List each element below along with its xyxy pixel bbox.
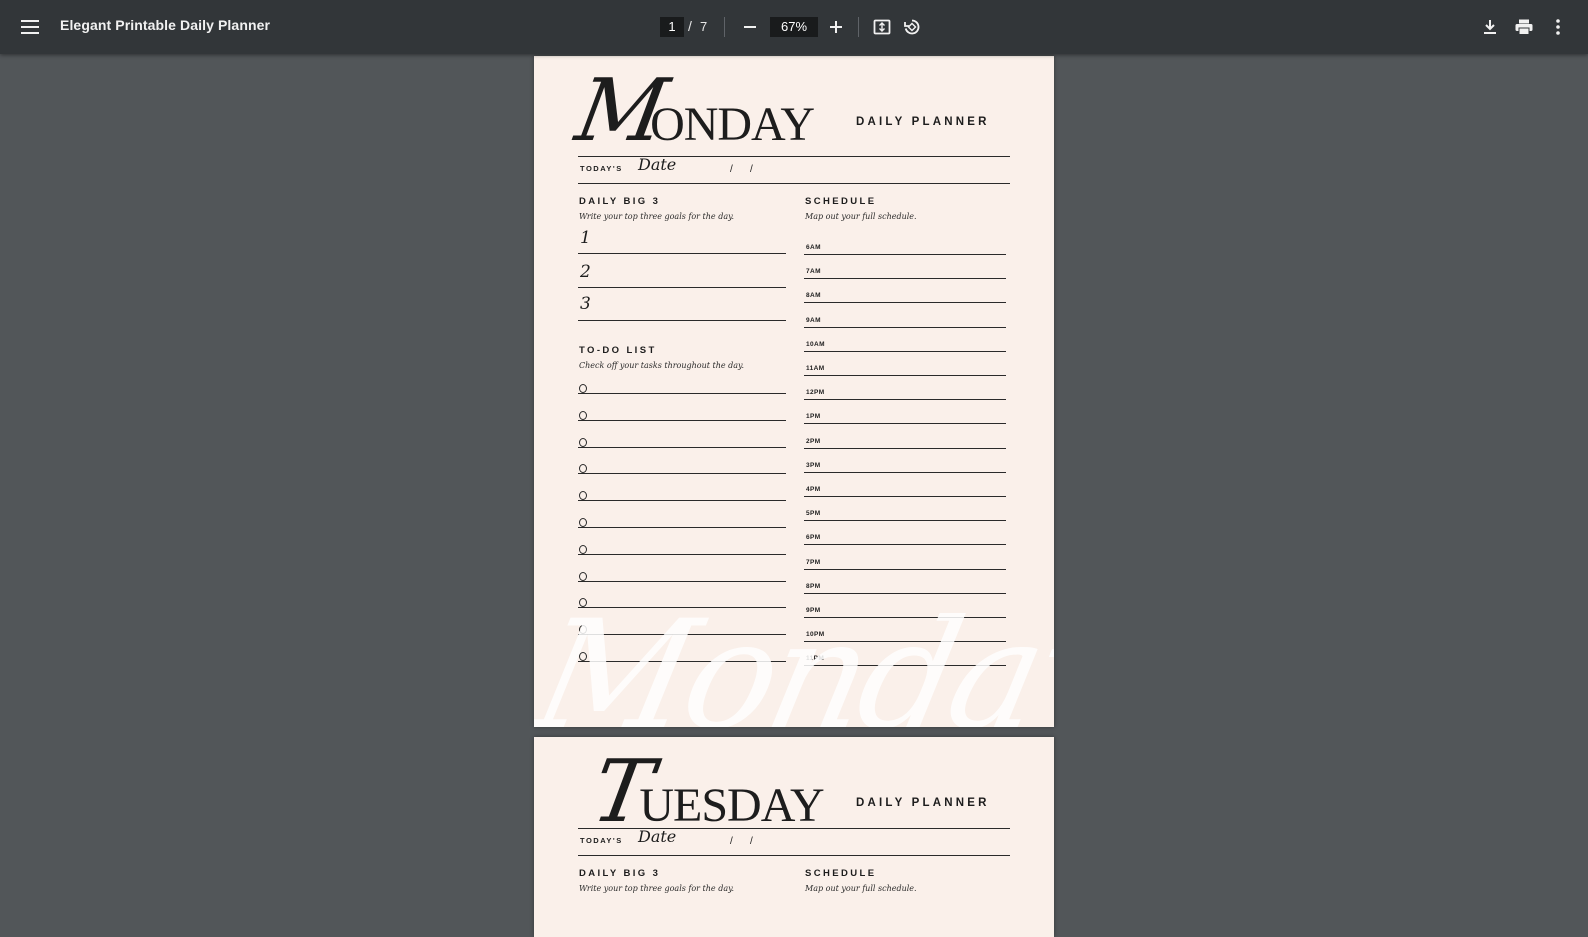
todo-subtext: Check off your tasks throughout the day. xyxy=(579,361,745,370)
download-icon[interactable] xyxy=(1474,11,1506,43)
schedule-line xyxy=(804,471,1006,473)
schedule-line xyxy=(804,375,1006,376)
schedule-subtext: Map out your full schedule. xyxy=(805,212,917,221)
schedule-line xyxy=(804,447,1006,449)
hamburger-menu-icon[interactable] xyxy=(14,11,46,43)
fit-to-page-icon[interactable] xyxy=(866,11,898,43)
goal-number: 2 xyxy=(580,262,591,282)
goal-number: 1 xyxy=(580,228,591,248)
goal-line xyxy=(578,287,786,288)
date-script-label: Date xyxy=(638,827,677,846)
schedule-line xyxy=(804,254,1006,255)
toolbar-divider xyxy=(724,17,725,37)
pdf-page-1: MONDAY DAILY PLANNER TODAY'S Date / / DA… xyxy=(534,56,1054,727)
todo-line xyxy=(578,580,786,582)
plus-icon[interactable] xyxy=(820,11,852,43)
todo-checkbox-circle xyxy=(579,464,587,474)
schedule-heading: SCHEDULE xyxy=(805,868,877,879)
date-slash: / xyxy=(730,836,733,847)
page-separator: / xyxy=(688,18,692,34)
print-icon[interactable] xyxy=(1508,11,1540,43)
todo-line xyxy=(578,527,786,528)
big3-subtext: Write your top three goals for the day. xyxy=(579,212,735,221)
schedule-time-label: 8AM xyxy=(806,292,821,300)
schedule-line xyxy=(804,326,1006,328)
schedule-line xyxy=(804,520,1006,522)
todo-checkbox-circle xyxy=(579,571,587,581)
schedule-time-label: 10AM xyxy=(806,340,825,348)
schedule-time-label: 5PM xyxy=(806,510,821,518)
todo-line xyxy=(578,446,786,448)
todo-checkbox-circle xyxy=(579,518,587,527)
day-title-rest: UESDAY xyxy=(639,779,824,832)
day-title: MONDAY xyxy=(569,61,815,161)
date-slash: / xyxy=(750,164,753,175)
todo-line xyxy=(578,473,786,475)
more-vertical-icon[interactable] xyxy=(1542,11,1574,43)
schedule-line xyxy=(804,350,1006,352)
schedule-time-label: 6PM xyxy=(806,534,821,542)
todo-line xyxy=(578,393,786,394)
schedule-line xyxy=(804,568,1006,570)
schedule-time-label: 3PM xyxy=(806,461,821,469)
schedule-subtext: Map out your full schedule. xyxy=(805,884,917,893)
day-title-rest: ONDAY xyxy=(650,98,815,151)
schedule-line xyxy=(804,302,1006,304)
schedule-time-label: 1PM xyxy=(806,413,821,421)
todo-checkbox-circle xyxy=(579,410,587,420)
rotate-icon[interactable] xyxy=(896,11,928,43)
day-title: TUESDAY xyxy=(585,742,824,842)
schedule-time-label: 7PM xyxy=(806,558,821,566)
date-script-label: Date xyxy=(638,155,677,174)
schedule-time-label: 6AM xyxy=(806,244,821,251)
schedule-time-label: 11AM xyxy=(806,365,825,372)
planner-subtitle: DAILY PLANNER xyxy=(856,797,990,809)
big3-heading: DAILY BIG 3 xyxy=(579,196,661,207)
schedule-time-label: 4PM xyxy=(806,486,821,493)
schedule-line xyxy=(804,423,1006,425)
planner-subtitle: DAILY PLANNER xyxy=(856,116,990,128)
document-title: Elegant Printable Daily Planner xyxy=(60,17,271,33)
goal-line xyxy=(578,320,786,321)
toolbar-divider xyxy=(858,17,859,37)
todo-checkbox-circle xyxy=(579,544,587,554)
schedule-time-label: 7AM xyxy=(806,268,821,276)
todo-heading: TO-DO LIST xyxy=(579,345,657,356)
todo-checkbox-circle xyxy=(579,437,587,447)
pdf-toolbar: Elegant Printable Daily Planner / 7 67% xyxy=(0,0,1588,54)
minus-icon[interactable] xyxy=(734,11,766,43)
schedule-time-label: 9AM xyxy=(806,316,821,324)
pdf-page-2: TUESDAY DAILY PLANNER TODAY'S Date / / D… xyxy=(534,737,1054,937)
schedule-time-label: 2PM xyxy=(806,437,821,445)
schedule-line xyxy=(804,278,1006,280)
todo-checkbox-circle xyxy=(579,384,587,393)
schedule-time-label: 12PM xyxy=(806,389,825,397)
goal-number: 3 xyxy=(580,294,591,314)
divider-line xyxy=(578,183,1010,184)
date-slash: / xyxy=(750,836,753,847)
day-watermark: Monday xyxy=(534,589,1054,727)
page-total: 7 xyxy=(700,19,708,34)
zoom-level[interactable]: 67% xyxy=(770,17,818,37)
todo-line xyxy=(578,500,786,502)
date-label: TODAY'S xyxy=(580,836,623,845)
todo-line xyxy=(578,419,786,421)
big3-heading: DAILY BIG 3 xyxy=(579,868,661,879)
divider-line xyxy=(578,855,1010,856)
page-number-input[interactable] xyxy=(660,17,684,37)
big3-subtext: Write your top three goals for the day. xyxy=(579,884,735,893)
schedule-line xyxy=(804,399,1006,401)
todo-checkbox-circle xyxy=(579,491,587,501)
date-slash: / xyxy=(730,164,733,175)
schedule-line xyxy=(804,544,1006,546)
goal-line xyxy=(578,253,786,254)
todo-line xyxy=(578,553,786,555)
date-label: TODAY'S xyxy=(580,164,623,173)
day-title-initial: M xyxy=(569,61,675,161)
schedule-line xyxy=(804,496,1006,497)
schedule-heading: SCHEDULE xyxy=(805,196,877,207)
